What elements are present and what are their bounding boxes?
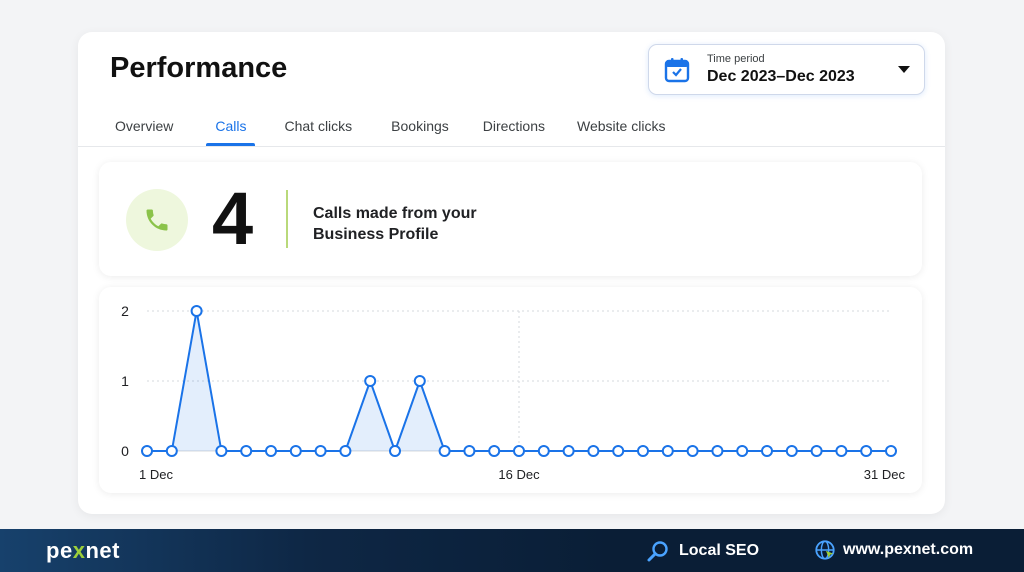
data-point [860,445,873,457]
stat-divider [286,190,288,248]
local-seo-label: Local SEO [679,542,760,559]
calls-stat-card: 4 Calls made from your Business Profile [99,162,922,276]
data-point [438,445,451,457]
data-point [736,445,749,457]
y-tick-label: 1 [121,373,129,389]
brand-pre: pe [46,538,73,563]
tab-bookings[interactable]: Bookings [376,110,464,146]
data-point [463,445,476,457]
calls-chart: 0 1 2 1 Dec 16 Dec 31 Dec [99,287,922,493]
performance-panel: Performance Time period Dec 2023–Dec 202… [78,32,945,514]
data-point [686,445,699,457]
time-period-label: Time period [707,53,765,65]
x-tick-label: 1 Dec [139,467,173,482]
data-point [314,445,327,457]
data-point [513,445,525,457]
data-point [240,445,253,457]
data-point [562,445,575,457]
brand-x: x [72,538,86,563]
calls-line-chart: 0 1 2 1 Dec 16 Dec 31 Dec [121,303,906,482]
data-point [835,445,848,457]
page-title: Performance [110,52,288,84]
tab-directions[interactable]: Directions [468,110,560,146]
metric-tabs: Overview Calls Chat clicks Bookings Dire… [100,110,680,146]
phone-icon [126,189,188,251]
data-point [612,445,625,457]
calls-description: Calls made from your Business Profile [313,203,493,245]
tabs-divider [78,146,945,147]
data-point [215,445,228,457]
data-point [265,445,277,457]
data-point [885,445,897,457]
time-period-value: Dec 2023–Dec 2023 [707,68,855,85]
data-point [711,445,724,457]
data-point [761,445,773,457]
local-seo-link[interactable]: Local SEO [646,539,759,563]
y-tick-label: 0 [121,443,129,459]
tab-website-clicks[interactable]: Website clicks [562,110,680,146]
data-point [785,445,798,457]
data-point [413,375,426,387]
data-point [810,445,823,457]
y-tick-label: 2 [121,303,129,319]
data-point [190,305,203,317]
website-link[interactable]: www.pexnet.com [814,539,973,561]
tab-overview[interactable]: Overview [100,110,188,146]
globe-icon [815,540,835,560]
tab-calls[interactable]: Calls [200,110,261,146]
data-point [488,445,501,457]
data-point [587,445,600,457]
x-tick-label: 31 Dec [864,467,906,482]
pexnet-logo: pexnet [46,538,120,564]
data-point [289,445,302,457]
calendar-icon [663,56,691,84]
website-label: www.pexnet.com [843,541,974,558]
calls-description-line2: Business Profile [313,226,439,243]
time-period-dropdown[interactable]: Time period Dec 2023–Dec 2023 [648,44,925,95]
data-point [389,445,401,457]
calls-description-line1: Calls made from your [313,205,477,222]
data-point [661,445,674,457]
data-point [141,445,153,457]
data-point [339,445,352,457]
calls-count: 4 [212,177,254,260]
data-point [637,445,649,457]
data-point [364,375,377,387]
x-tick-label: 16 Dec [498,467,540,482]
data-point [165,445,178,457]
caret-down-icon[interactable] [898,66,910,73]
footer-bar: pexnet Local SEO www.pexnet.com [0,529,1024,572]
brand-post: net [85,538,120,563]
tab-chat-clicks[interactable]: Chat clicks [269,110,367,146]
search-icon [647,541,668,562]
data-point [537,445,550,457]
